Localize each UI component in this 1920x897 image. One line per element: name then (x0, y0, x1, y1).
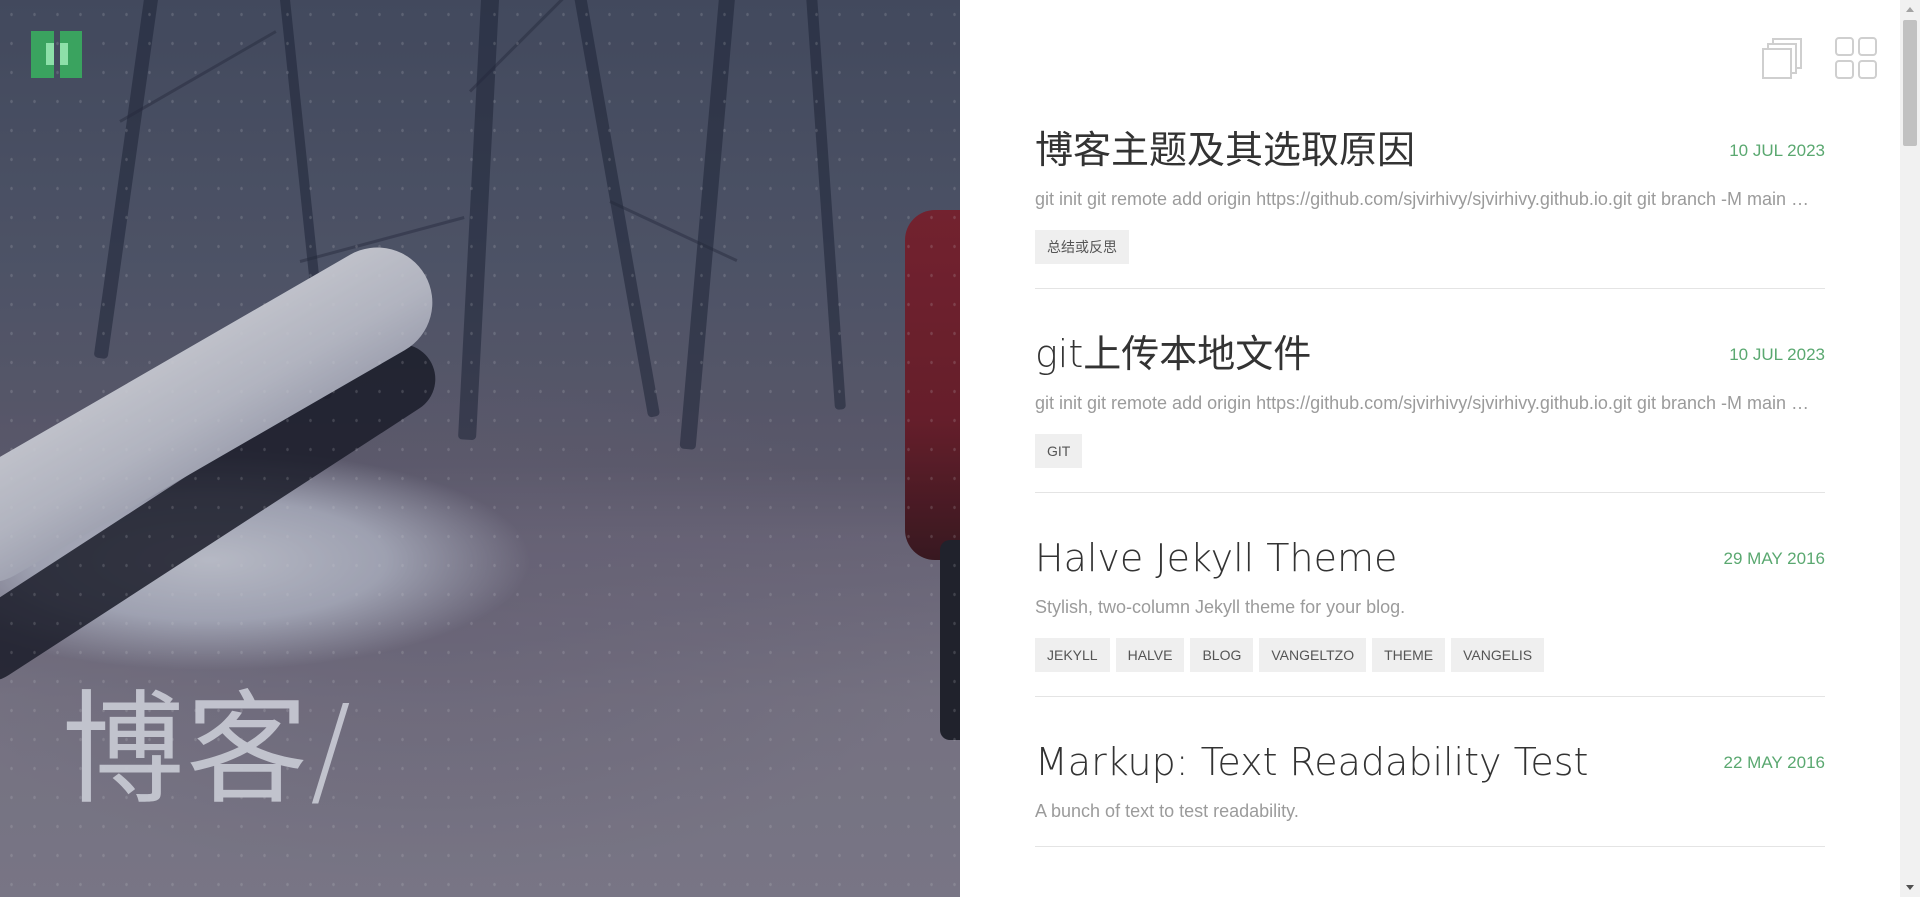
tag-link[interactable]: THEME (1372, 638, 1446, 672)
post-tags: 总结或反思 (1035, 230, 1825, 264)
view-toggle (1760, 36, 1878, 80)
stacked-cards-icon[interactable] (1760, 36, 1804, 80)
scroll-down-arrow-icon[interactable] (1906, 885, 1914, 890)
tag-link[interactable]: JEKYLL (1035, 638, 1110, 672)
post-excerpt: A bunch of text to test readability. (1035, 801, 1299, 821)
hero-panel: 博客/ (0, 0, 960, 897)
logo-right-bar (59, 31, 82, 78)
post-item: Halve Jekyll Theme 29 MAY 2016 Stylish, … (1035, 533, 1825, 697)
grid-icon[interactable] (1834, 36, 1878, 80)
tag-link[interactable]: GIT (1035, 434, 1083, 468)
tag-link[interactable]: BLOG (1190, 638, 1254, 672)
post-item: 博客主题及其选取原因 10 JUL 2023 git init git remo… (1035, 125, 1825, 289)
post-excerpt: Stylish, two-column Jekyll theme for you… (1035, 597, 1406, 617)
post-header: 博客主题及其选取原因 10 JUL 2023 (1035, 125, 1825, 175)
post-title-link[interactable]: Halve Jekyll Theme (1035, 533, 1397, 583)
post-list-panel: 博客主题及其选取原因 10 JUL 2023 git init git remo… (960, 0, 1900, 897)
page-scrollbar[interactable] (1900, 0, 1920, 897)
post-date: 29 MAY 2016 (1723, 549, 1825, 568)
post-date: 22 MAY 2016 (1723, 753, 1825, 772)
scrollbar-thumb[interactable] (1903, 20, 1917, 146)
hero-title: 博客/ (62, 679, 354, 821)
post-title-link[interactable]: Markup: Text Readability Test (1035, 737, 1588, 787)
post-title-link[interactable]: 博客主题及其选取原因 (1035, 125, 1415, 175)
tag-link[interactable]: HALVE (1115, 638, 1185, 672)
post-list: 博客主题及其选取原因 10 JUL 2023 git init git remo… (1035, 125, 1825, 887)
post-date: 10 JUL 2023 (1729, 141, 1825, 160)
post-header: Halve Jekyll Theme 29 MAY 2016 (1035, 533, 1825, 583)
post-tags: GIT (1035, 434, 1825, 468)
post-tags: JEKYLL HALVE BLOG VANGELTZO THEME VANGEL… (1035, 638, 1825, 672)
post-title-link[interactable]: git上传本地文件 (1035, 329, 1311, 379)
tag-link[interactable]: 总结或反思 (1035, 230, 1129, 264)
post-excerpt: git init git remote add origin https://g… (1035, 393, 1815, 413)
post-header: git上传本地文件 10 JUL 2023 (1035, 329, 1825, 379)
scroll-up-arrow-icon[interactable] (1906, 7, 1914, 12)
site-logo[interactable] (31, 31, 82, 78)
tag-link[interactable]: VANGELIS (1451, 638, 1545, 672)
post-header: Markup: Text Readability Test 22 MAY 201… (1035, 737, 1825, 787)
logo-left-bar (31, 31, 54, 78)
tag-link[interactable]: VANGELTZO (1259, 638, 1367, 672)
post-excerpt: git init git remote add origin https://g… (1035, 189, 1815, 209)
post-item: Markup: Text Readability Test 22 MAY 201… (1035, 737, 1825, 847)
post-date: 10 JUL 2023 (1729, 345, 1825, 364)
post-item: git上传本地文件 10 JUL 2023 git init git remot… (1035, 329, 1825, 493)
